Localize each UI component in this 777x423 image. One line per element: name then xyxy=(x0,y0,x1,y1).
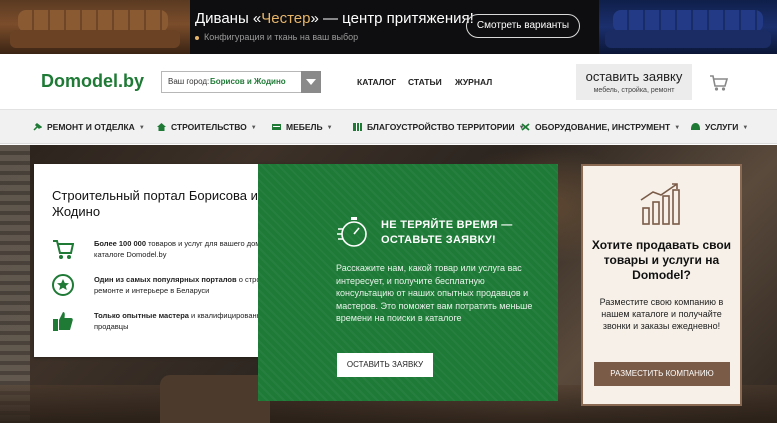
request-title: НЕ ТЕРЯЙТЕ ВРЕМЯ — ОСТАВЬТЕ ЗАЯВКУ! xyxy=(381,219,513,246)
request-card: НЕ ТЕРЯЙТЕ ВРЕМЯ — ОСТАВЬТЕ ЗАЯВКУ! Расс… xyxy=(258,164,558,401)
city-label: Ваш город: xyxy=(168,77,210,86)
seller-text: Разместите свою компанию в нашем каталог… xyxy=(599,297,724,331)
nav-journal[interactable]: ЖУРНАЛ xyxy=(455,77,492,87)
cart-icon xyxy=(53,240,74,259)
seller-title: Хотите продавать свои товары и услуги на… xyxy=(591,238,732,282)
category-furniture[interactable]: МЕБЕЛЬ ▼ xyxy=(272,122,333,132)
fence-icon xyxy=(353,123,362,131)
hero-section: Строительный портал Борисова и Жодино Бо… xyxy=(0,145,777,423)
site-logo[interactable]: Domodel.by xyxy=(41,71,144,92)
category-services[interactable]: УСЛУГИ ▼ xyxy=(691,122,748,132)
chevron-down-icon[interactable] xyxy=(301,71,321,93)
nav-articles[interactable]: СТАТЬИ xyxy=(408,77,442,87)
star-icon xyxy=(52,274,74,296)
thumbs-up-icon xyxy=(53,312,73,331)
site-header: Domodel.by Ваш город: Борисов и Жодино К… xyxy=(0,54,777,110)
growth-chart-icon xyxy=(640,183,680,225)
stopwatch-icon xyxy=(337,217,367,247)
banner-title: Диваны «Честер» — центр притяжения! xyxy=(195,10,474,27)
request-text: Расскажите нам, какой товар или услуга в… xyxy=(336,263,533,323)
cta-subtitle: мебель, стройка, ремонт xyxy=(593,87,675,94)
helmet-icon xyxy=(691,123,700,130)
leave-request-button[interactable]: оставить заявку мебель, стройка, ремонт xyxy=(576,64,692,100)
bullet-icon xyxy=(195,35,199,40)
category-landscaping[interactable]: БЛАГОУСТРОЙСТВО ТЕРРИТОРИИ ▼ xyxy=(353,122,525,132)
brown-sofa-image xyxy=(0,0,190,54)
cart-icon[interactable] xyxy=(709,74,729,97)
seller-card: Хотите продавать свои товары и услуги на… xyxy=(581,164,742,406)
banner-title-accent: Честер xyxy=(261,10,311,27)
nav-catalog[interactable]: КАТАЛОГ xyxy=(357,77,396,87)
category-bar: РЕМОНТ И ОТДЕЛКА ▼ СТРОИТЕЛЬСТВО ▼ МЕБЕЛЬ ▼… xyxy=(0,110,777,144)
tools-icon xyxy=(521,123,530,131)
promo-banner[interactable]: Диваны «Честер» — центр притяжения! Конф… xyxy=(0,0,777,54)
blue-sofa-image xyxy=(599,0,777,54)
view-options-button[interactable]: Смотреть варианты xyxy=(466,14,580,38)
banner-subtitle: Конфигурация и ткань на ваш выбор xyxy=(195,32,358,42)
category-repair[interactable]: РЕМОНТ И ОТДЕЛКА ▼ xyxy=(33,122,145,132)
category-construction[interactable]: СТРОИТЕЛЬСТВО ▼ xyxy=(157,122,257,132)
hammer-icon xyxy=(33,123,42,131)
category-equipment[interactable]: ОБОРУДОВАНИЕ, ИНСТРУМЕНТ ▼ xyxy=(521,122,680,132)
add-company-button[interactable]: РАЗМЕСТИТЬ КОМПАНИЮ xyxy=(594,362,730,386)
furniture-icon xyxy=(272,124,281,130)
city-select[interactable]: Ваш город: Борисов и Жодино xyxy=(161,71,321,93)
city-value: Борисов и Жодино xyxy=(210,77,286,86)
cta-title: оставить заявку xyxy=(585,69,683,84)
submit-request-button[interactable]: ОСТАВИТЬ ЗАЯВКУ xyxy=(337,353,433,377)
background-photo xyxy=(0,145,30,423)
house-icon xyxy=(157,123,166,131)
